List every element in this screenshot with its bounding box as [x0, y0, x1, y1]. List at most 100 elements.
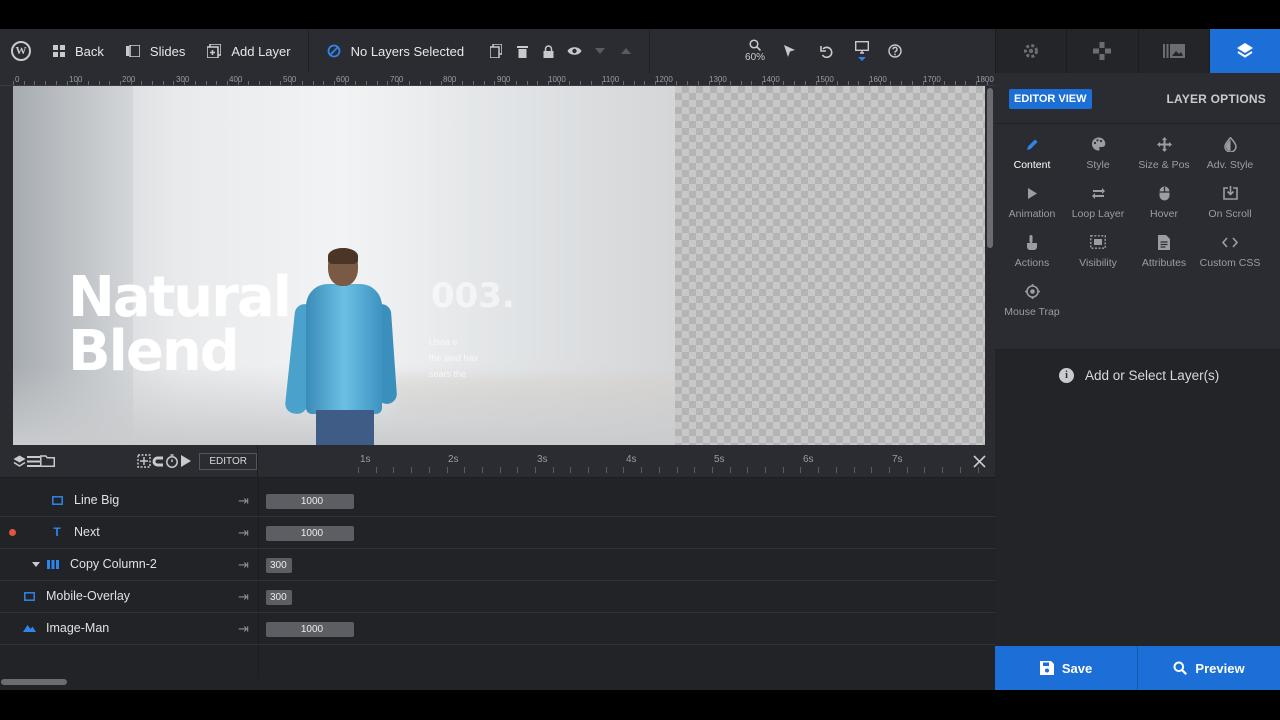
- slide-number[interactable]: 003.: [431, 276, 515, 316]
- timeline-tick: [783, 467, 784, 473]
- time-mark: 4s: [626, 454, 637, 465]
- timeline-tick: [588, 467, 589, 473]
- layers-view-button[interactable]: [12, 451, 26, 471]
- play-button[interactable]: [179, 451, 193, 471]
- duration-bar[interactable]: 300: [266, 590, 292, 605]
- ruler-tick: [248, 81, 249, 85]
- slide-body-text[interactable]: Usea e the land hav sears the: [429, 334, 609, 382]
- option-actions[interactable]: Actions: [999, 233, 1065, 269]
- scrollbar-thumb[interactable]: [1, 679, 67, 685]
- option-animation[interactable]: Animation: [999, 184, 1065, 220]
- option-visibility[interactable]: Visibility: [1065, 233, 1131, 269]
- gamepad-icon: [1093, 42, 1112, 60]
- option-content[interactable]: Content: [999, 135, 1065, 171]
- add-layer-button[interactable]: Add Layer: [196, 29, 301, 73]
- timeline-scale[interactable]: 1s 2s 3s 4s 5s 6s 7s: [330, 445, 979, 478]
- duration-bar[interactable]: 1000: [266, 494, 354, 509]
- timer-button[interactable]: [165, 451, 179, 471]
- layer-row[interactable]: T Next ⇥ 1000: [0, 517, 995, 549]
- ruler-tick: [131, 81, 132, 85]
- timeline-tick: [677, 467, 678, 473]
- ruler-tick: [366, 81, 367, 85]
- move-layer-up-button[interactable]: [613, 29, 639, 73]
- folder-view-button[interactable]: [40, 451, 56, 471]
- layer-row[interactable]: Line Big ⇥ 1000: [0, 485, 995, 517]
- move-layer-down-button[interactable]: [587, 29, 613, 73]
- ruler-tick: [163, 81, 164, 85]
- add-layer-label: Add Layer: [231, 43, 291, 59]
- select-tool-button[interactable]: [772, 29, 808, 73]
- action-buttons: Save Preview: [995, 646, 1280, 690]
- duration-bar[interactable]: 300: [266, 558, 292, 573]
- duration-label: 1000: [300, 528, 324, 539]
- save-button[interactable]: Save: [995, 646, 1137, 690]
- duration-label: 300: [270, 560, 287, 571]
- layer-settings-area: [995, 350, 1280, 646]
- align-right-icon[interactable]: ⇥: [238, 493, 249, 509]
- duplicate-button[interactable]: [483, 29, 509, 73]
- timeline-header: EDITOR 1s 2s 3s 4s 5s 6s 7s: [0, 445, 995, 478]
- magnet-snap-button[interactable]: [151, 451, 165, 471]
- option-on-scroll[interactable]: On Scroll: [1197, 184, 1263, 220]
- visibility-icon: [1090, 233, 1106, 251]
- ruler-tick: [698, 81, 699, 85]
- layer-row[interactable]: Copy Column-2 ⇥ 300: [0, 549, 995, 581]
- man-image-layer[interactable]: [284, 248, 398, 445]
- body-line-3: sears the: [429, 369, 467, 379]
- option-loop-layer[interactable]: Loop Layer: [1065, 184, 1131, 220]
- tab-layers[interactable]: [1208, 29, 1280, 73]
- undo-button[interactable]: [808, 29, 844, 73]
- timeline-horizontal-scrollbar[interactable]: [0, 677, 995, 690]
- scrollbar-thumb[interactable]: [987, 88, 993, 248]
- option-style[interactable]: Style: [1065, 135, 1131, 171]
- ruler-tick: [345, 81, 346, 85]
- timeline-tick: [818, 467, 819, 473]
- hover-dot-icon: [9, 529, 16, 536]
- duration-bar[interactable]: 1000: [266, 622, 354, 637]
- layer-row[interactable]: Mobile-Overlay ⇥ 300: [0, 581, 995, 613]
- align-right-icon[interactable]: ⇥: [238, 589, 249, 605]
- editor-view-badge[interactable]: EDITOR VIEW: [1009, 89, 1092, 109]
- list-view-button[interactable]: [26, 451, 40, 471]
- option-attributes[interactable]: Attributes: [1131, 233, 1197, 269]
- ruler-tick: [612, 81, 613, 85]
- expand-caret-icon[interactable]: [32, 561, 42, 567]
- align-right-icon[interactable]: ⇥: [238, 525, 249, 541]
- duration-bar[interactable]: 1000: [266, 526, 354, 541]
- layer-row[interactable]: Image-Man ⇥ 1000: [0, 613, 995, 645]
- option-mouse-trap[interactable]: Mouse Trap: [999, 282, 1065, 318]
- delete-button[interactable]: [509, 29, 535, 73]
- visibility-button[interactable]: [561, 29, 587, 73]
- option-hover[interactable]: Hover: [1131, 184, 1197, 220]
- device-view-button[interactable]: [844, 29, 880, 73]
- align-right-icon[interactable]: ⇥: [238, 557, 249, 573]
- select-area-button[interactable]: [137, 451, 151, 471]
- tab-media[interactable]: [1137, 29, 1209, 73]
- time-mark: 6s: [803, 454, 814, 465]
- preview-button[interactable]: Preview: [1137, 646, 1280, 690]
- empty-layer-text: Add or Select Layer(s): [1085, 368, 1220, 383]
- slide-headline[interactable]: Natural Blend: [68, 270, 292, 380]
- tab-settings[interactable]: [995, 29, 1066, 73]
- layer-selection-status[interactable]: No Layers Selected: [309, 29, 475, 73]
- option-custom-css[interactable]: Custom CSS: [1197, 233, 1263, 269]
- back-button[interactable]: Back: [42, 29, 115, 73]
- lock-button[interactable]: [535, 29, 561, 73]
- timeline-tick: [889, 467, 890, 473]
- align-right-icon[interactable]: ⇥: [238, 621, 249, 637]
- ruler-tick: [216, 81, 217, 85]
- canvas-vertical-scrollbar[interactable]: [985, 86, 995, 445]
- tab-navigation[interactable]: [1066, 29, 1137, 73]
- help-button[interactable]: [880, 29, 910, 73]
- zoom-button[interactable]: 60%: [738, 29, 772, 73]
- slides-button[interactable]: Slides: [115, 29, 196, 73]
- save-label: Save: [1061, 660, 1093, 676]
- editor-tag[interactable]: EDITOR: [199, 452, 257, 470]
- option-adv-style[interactable]: Adv. Style: [1197, 135, 1263, 171]
- ruler-mark: 1800: [976, 75, 994, 84]
- timeline-tick: [429, 467, 430, 473]
- slide-canvas[interactable]: Natural Blend 003. Usea e the land hav s…: [13, 86, 675, 445]
- close-timeline-button[interactable]: [968, 450, 990, 472]
- wordpress-menu-button[interactable]: W: [0, 29, 42, 73]
- option-size-pos[interactable]: Size & Pos: [1131, 135, 1197, 171]
